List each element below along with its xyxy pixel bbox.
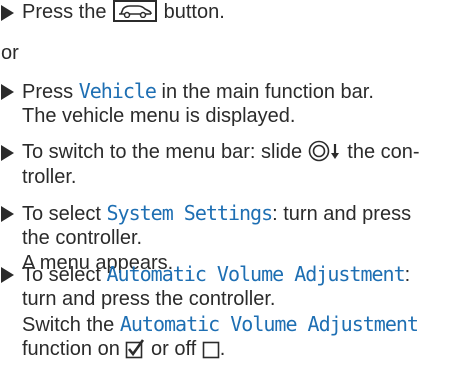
step-text-suffix: : [404, 264, 411, 286]
step-text: Press the button. [22, 0, 469, 25]
step-line-continued: the controller. [22, 227, 143, 249]
bullet-arrow-icon [1, 84, 14, 100]
car-button-icon [113, 0, 158, 22]
step-line: To select System Settings: turn and pres… [22, 201, 469, 227]
step-text-suffix: : turn and press [272, 203, 412, 225]
step-text-after: button. [163, 1, 225, 23]
automatic-volume-adjustment-function-label: Automatic Volume Adjustment [119, 312, 419, 336]
system-settings-label: System Settings [106, 201, 274, 225]
step-line: To select Automatic Volume Adjustment: [22, 262, 469, 288]
step-text-suffix: in the main function bar. [161, 81, 374, 103]
step-line-switch: Switch the Automatic Volume Adjustment [22, 312, 469, 338]
step-text-suffix: . [219, 338, 226, 360]
step-text-prefix: To select [22, 203, 101, 225]
automatic-volume-adjustment-label: Automatic Volume Adjustment [106, 262, 406, 286]
step-text-prefix: To switch to the menu bar: slide [22, 141, 303, 163]
step-line: Press Vehicle in the main function bar. [22, 79, 469, 105]
step-text-prefix: Press [22, 81, 74, 103]
step-text-suffix: the con- [347, 141, 420, 163]
step-text-prefix: Switch the [22, 314, 115, 336]
bullet-arrow-icon [1, 206, 14, 222]
step-text-mid: or off [150, 338, 197, 360]
step-line-continued: troller. [22, 166, 77, 188]
vehicle-menu-label: Vehicle [78, 79, 157, 103]
or-label: or [1, 42, 19, 64]
step-text-prefix: To select [22, 264, 101, 286]
bullet-arrow-icon [1, 5, 14, 21]
step-text-before: Press the [22, 1, 107, 23]
bullet-arrow-icon [1, 145, 14, 161]
bullet-arrow-icon [1, 267, 14, 283]
step-text-prefix: function on [22, 338, 120, 360]
step-line-continued: turn and press the controller. [22, 288, 276, 310]
step-result: The vehicle menu is displayed. [22, 105, 296, 127]
instructions-page: Press the button. or Press Vehicle in th… [0, 0, 469, 362]
